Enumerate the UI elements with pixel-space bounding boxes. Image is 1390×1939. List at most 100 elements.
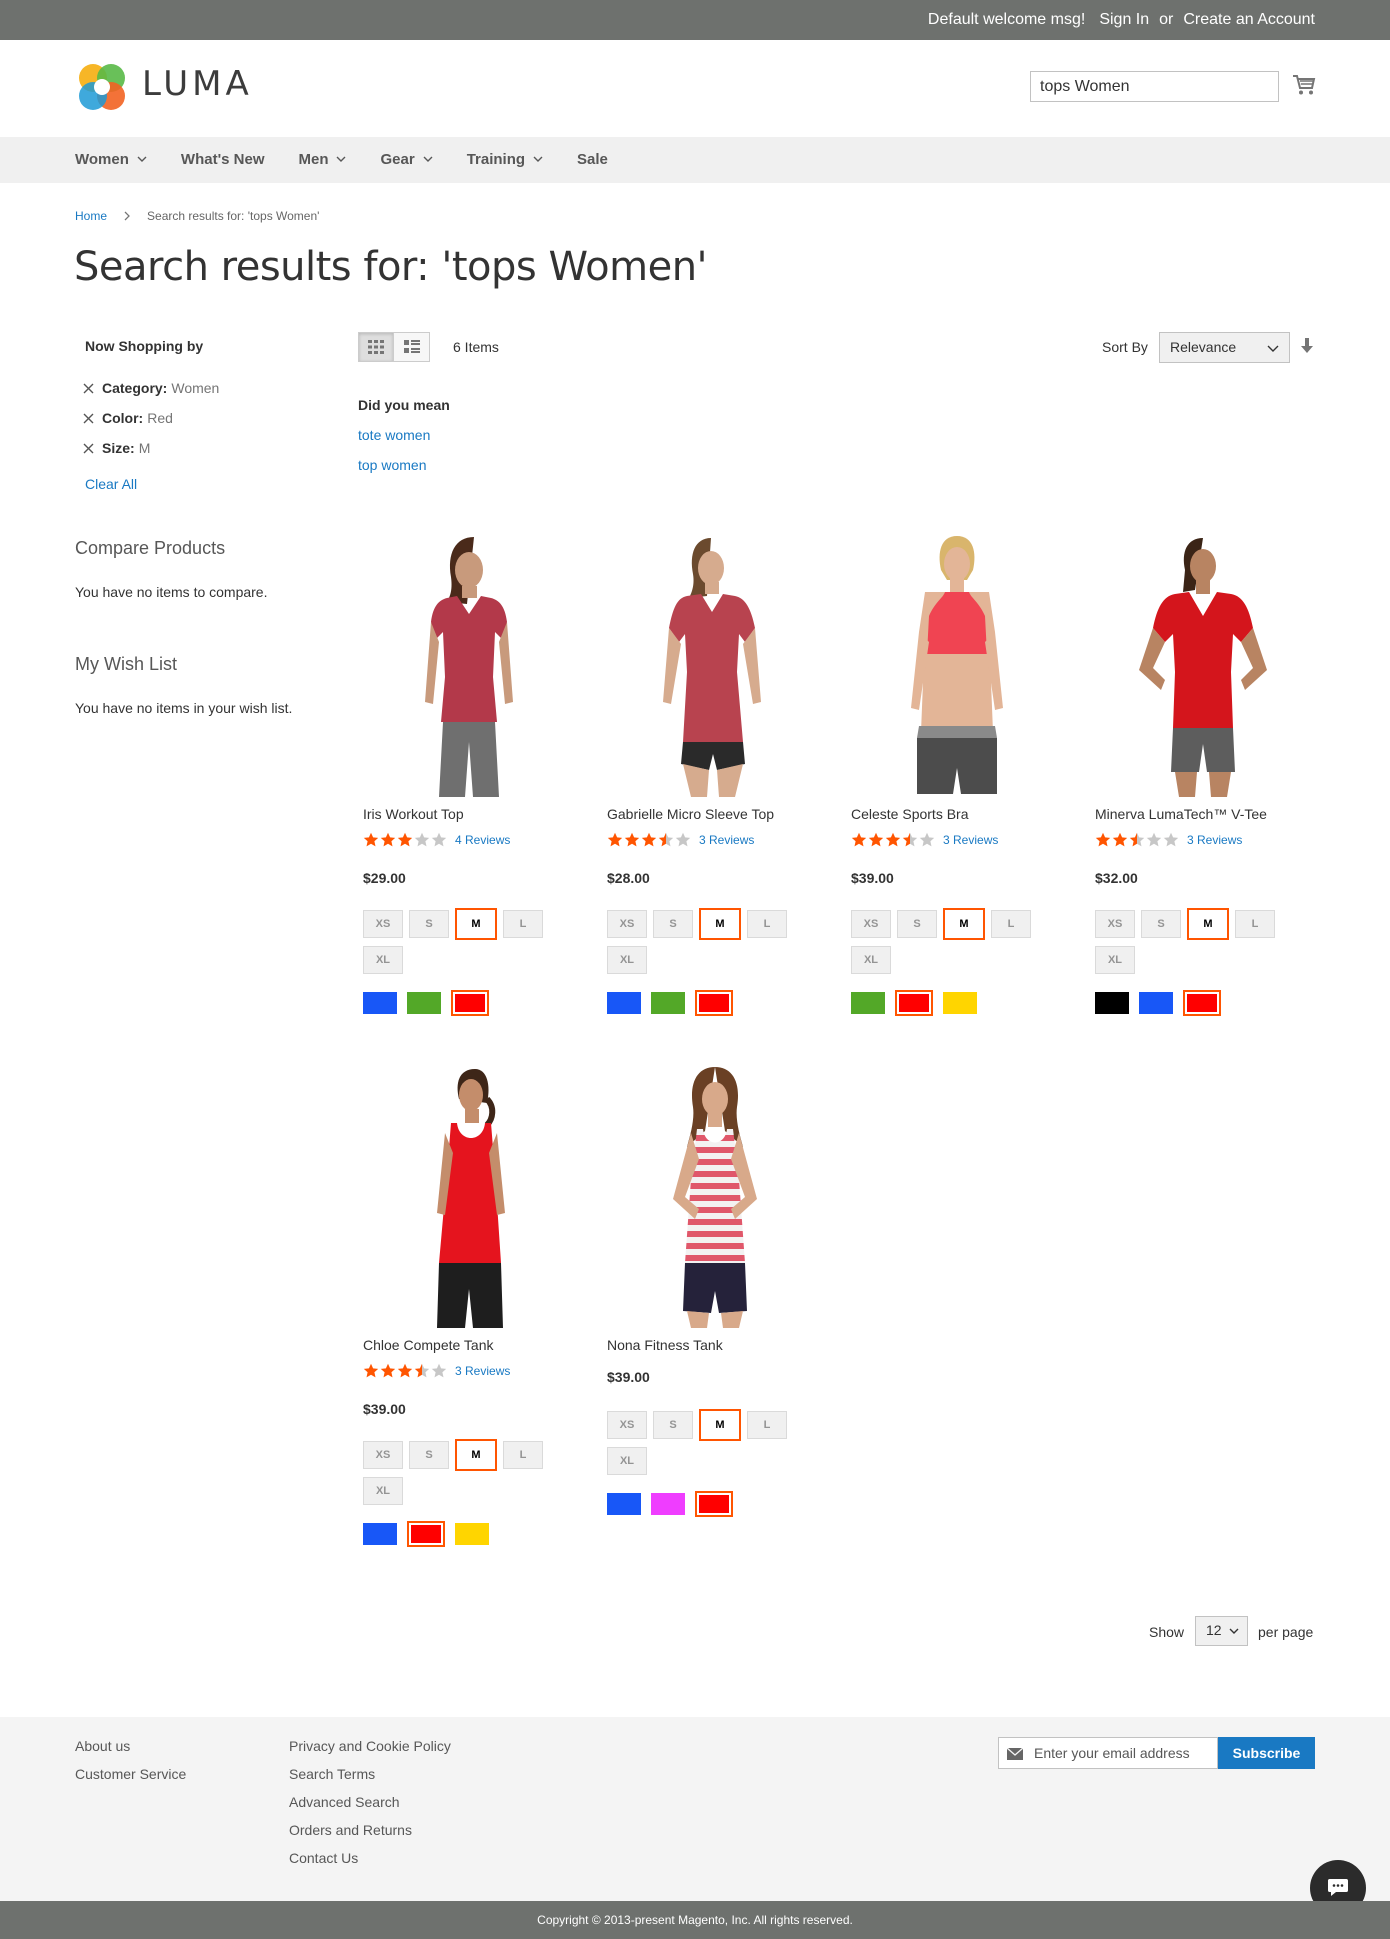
size-option-xs[interactable]: XS <box>363 1441 403 1469</box>
logo-text[interactable]: LUMA <box>142 64 253 104</box>
newsletter-email-input[interactable]: Enter your email address <box>998 1737 1218 1769</box>
color-option-red[interactable] <box>695 1491 733 1517</box>
color-option-blue[interactable] <box>363 992 397 1014</box>
size-option-l[interactable]: L <box>503 910 543 938</box>
remove-filter-icon[interactable] <box>83 443 94 454</box>
sort-by-select[interactable]: Relevance <box>1159 332 1290 363</box>
nav-item-men[interactable]: Men <box>298 151 346 168</box>
size-option-m[interactable]: M <box>1187 908 1229 940</box>
limiter-select[interactable]: 12 <box>1195 1616 1248 1646</box>
grid-view-button[interactable] <box>358 332 394 362</box>
subscribe-button[interactable]: Subscribe <box>1218 1737 1315 1769</box>
size-option-xl[interactable]: XL <box>1095 946 1135 974</box>
size-option-m[interactable]: M <box>455 1439 497 1471</box>
color-option-red[interactable] <box>407 1521 445 1547</box>
product-image[interactable] <box>603 532 823 797</box>
size-option-xl[interactable]: XL <box>851 946 891 974</box>
size-option-l[interactable]: L <box>503 1441 543 1469</box>
product-name[interactable]: Celeste Sports Bra <box>851 806 969 822</box>
footer-link[interactable]: Contact Us <box>289 1850 358 1866</box>
color-option-red[interactable] <box>895 990 933 1016</box>
color-option-purple[interactable] <box>651 1493 685 1515</box>
color-option-blue[interactable] <box>1139 992 1173 1014</box>
size-option-m[interactable]: M <box>699 908 741 940</box>
create-account-link[interactable]: Create an Account <box>1183 11 1315 29</box>
color-option-yellow[interactable] <box>455 1523 489 1545</box>
product-image[interactable] <box>1091 532 1311 797</box>
remove-filter-icon[interactable] <box>83 413 94 424</box>
nav-item-sale[interactable]: Sale <box>577 151 608 168</box>
reviews-link[interactable]: 3 Reviews <box>455 1364 510 1378</box>
size-option-m[interactable]: M <box>455 908 497 940</box>
size-option-s[interactable]: S <box>897 910 937 938</box>
remove-filter-icon[interactable] <box>83 383 94 394</box>
footer-link[interactable]: About us <box>75 1738 130 1754</box>
product-image[interactable] <box>847 532 1067 797</box>
sort-direction-arrow-icon[interactable] <box>1300 337 1314 355</box>
size-option-l[interactable]: L <box>1235 910 1275 938</box>
product-image[interactable] <box>603 1063 823 1328</box>
size-option-s[interactable]: S <box>409 910 449 938</box>
reviews-link[interactable]: 4 Reviews <box>455 833 510 847</box>
search-input[interactable]: tops Women <box>1030 71 1279 102</box>
product-image[interactable] <box>359 1063 579 1328</box>
color-option-green[interactable] <box>651 992 685 1014</box>
size-option-xl[interactable]: XL <box>607 946 647 974</box>
size-option-l[interactable]: L <box>991 910 1031 938</box>
size-option-s[interactable]: S <box>409 1441 449 1469</box>
star-icon <box>868 832 884 847</box>
size-option-xs[interactable]: XS <box>607 1411 647 1439</box>
size-option-xs[interactable]: XS <box>363 910 403 938</box>
size-option-s[interactable]: S <box>653 910 693 938</box>
product-name[interactable]: Iris Workout Top <box>363 806 464 822</box>
color-option-blue[interactable] <box>607 1493 641 1515</box>
size-option-xl[interactable]: XL <box>607 1447 647 1475</box>
color-option-red[interactable] <box>695 990 733 1016</box>
footer-link[interactable]: Advanced Search <box>289 1794 400 1810</box>
product-image[interactable] <box>359 532 579 797</box>
product-name[interactable]: Chloe Compete Tank <box>363 1337 493 1353</box>
reviews-link[interactable]: 3 Reviews <box>943 833 998 847</box>
nav-item-whats-new[interactable]: What's New <box>181 151 265 168</box>
size-option-l[interactable]: L <box>747 910 787 938</box>
color-option-red[interactable] <box>1183 990 1221 1016</box>
suggestion-link[interactable]: top women <box>358 457 426 473</box>
color-option-green[interactable] <box>407 992 441 1014</box>
color-option-green[interactable] <box>851 992 885 1014</box>
size-option-xl[interactable]: XL <box>363 946 403 974</box>
reviews-link[interactable]: 3 Reviews <box>699 833 754 847</box>
suggestion-link[interactable]: tote women <box>358 427 430 443</box>
footer-link[interactable]: Customer Service <box>75 1766 186 1782</box>
size-option-l[interactable]: L <box>747 1411 787 1439</box>
color-option-red[interactable] <box>451 990 489 1016</box>
size-option-xs[interactable]: XS <box>851 910 891 938</box>
list-view-button[interactable] <box>394 332 430 362</box>
color-option-yellow[interactable] <box>943 992 977 1014</box>
nav-item-women[interactable]: Women <box>75 151 147 168</box>
footer-link[interactable]: Search Terms <box>289 1766 375 1782</box>
size-option-xs[interactable]: XS <box>607 910 647 938</box>
footer-link[interactable]: Orders and Returns <box>289 1822 412 1838</box>
size-option-xl[interactable]: XL <box>363 1477 403 1505</box>
size-option-xs[interactable]: XS <box>1095 910 1135 938</box>
clear-all-link[interactable]: Clear All <box>85 476 137 492</box>
product-name[interactable]: Gabrielle Micro Sleeve Top <box>607 806 774 822</box>
breadcrumb-home[interactable]: Home <box>75 209 107 223</box>
reviews-link[interactable]: 3 Reviews <box>1187 833 1242 847</box>
sign-in-link[interactable]: Sign In <box>1099 11 1149 29</box>
size-option-s[interactable]: S <box>1141 910 1181 938</box>
size-option-m[interactable]: M <box>943 908 985 940</box>
color-option-blue[interactable] <box>363 1523 397 1545</box>
product-name[interactable]: Nona Fitness Tank <box>607 1337 723 1353</box>
footer-link[interactable]: Privacy and Cookie Policy <box>289 1738 451 1754</box>
nav-item-gear[interactable]: Gear <box>380 151 433 168</box>
color-option-blue[interactable] <box>607 992 641 1014</box>
color-option-black[interactable] <box>1095 992 1129 1014</box>
cart-icon[interactable] <box>1292 74 1316 96</box>
nav-item-training[interactable]: Training <box>467 151 543 168</box>
product-name[interactable]: Minerva LumaTech™ V-Tee <box>1095 806 1267 822</box>
luma-logo-icon[interactable] <box>75 62 129 112</box>
chevron-down-icon <box>336 156 346 162</box>
size-option-m[interactable]: M <box>699 1409 741 1441</box>
size-option-s[interactable]: S <box>653 1411 693 1439</box>
